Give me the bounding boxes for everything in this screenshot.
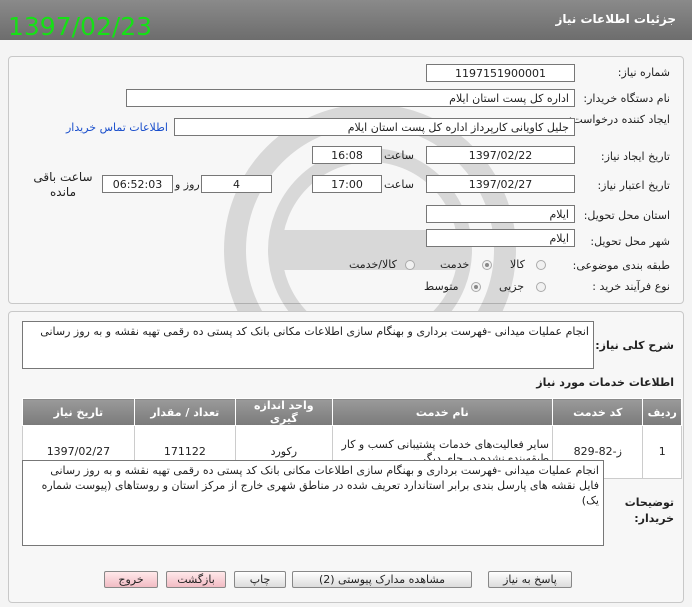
buyer-notes-label: توضیحات خریدار:: [624, 496, 674, 525]
process-radio-minor[interactable]: [536, 282, 546, 292]
need-number-field: 1197151900001: [426, 64, 575, 82]
print-button[interactable]: چاپ: [234, 571, 286, 588]
province-field: ایلام: [426, 205, 575, 223]
city-field: ایلام: [426, 229, 575, 247]
province-label: استان محل تحویل:: [583, 209, 670, 222]
validity-time-label: ساعت: [384, 178, 414, 191]
need-number-label: شماره نیاز:: [617, 66, 670, 79]
remaining-days-field: 4: [201, 175, 272, 193]
validity-date-field: 1397/02/27: [426, 175, 575, 193]
col-service-code: کد خدمت: [552, 398, 644, 426]
col-need-date: تاریخ نیاز: [22, 398, 135, 426]
buyer-contact-link[interactable]: اطلاعات تماس خریدار: [66, 121, 168, 134]
category-label: طبقه بندی موضوعی:: [572, 259, 670, 272]
services-header-row: ردیف کد خدمت نام خدمت واحد اندازه گیری ت…: [22, 398, 682, 426]
creator-label: ایجاد کننده درخواست:: [568, 113, 670, 126]
cell-row: 1: [642, 425, 682, 479]
services-title: اطلاعات خدمات مورد نیاز: [536, 376, 674, 389]
created-date-field: 1397/02/22: [426, 146, 575, 164]
category-option-goods: کالا: [510, 258, 525, 271]
reply-button[interactable]: پاسخ به نیاز: [488, 571, 572, 588]
summary-text: انجام عملیات میدانی -فهرست برداری و بهنگ…: [22, 321, 594, 369]
creator-field: جلیل کاویانی کارپرداز اداره کل پست استان…: [174, 118, 575, 136]
back-button[interactable]: بازگشت: [166, 571, 226, 588]
category-radio-goods-service[interactable]: [405, 260, 415, 270]
category-radio-service[interactable]: [482, 260, 492, 270]
remaining-time-label: ساعت باقی مانده: [33, 170, 93, 199]
col-unit: واحد اندازه گیری: [234, 398, 333, 426]
buyer-notes-text: انجام عملیات میدانی -فهرست برداری و بهنگ…: [22, 460, 604, 546]
city-label: شهر محل تحویل:: [590, 235, 670, 248]
col-quantity: تعداد / مقدار: [133, 398, 236, 426]
validity-time-field: 17:00: [312, 175, 382, 193]
date-overlay: 1397/02/23: [8, 12, 153, 41]
view-documents-button[interactable]: مشاهده مدارک پیوستی (2): [292, 571, 472, 588]
summary-label: شرح کلی نیاز:: [595, 339, 674, 352]
exit-button[interactable]: خروج: [104, 571, 158, 588]
page-title: جزئیات اطلاعات نیاز: [555, 12, 676, 26]
remaining-time-field: 06:52:03: [102, 175, 173, 193]
created-date-label: تاریخ ایجاد نیاز:: [600, 150, 670, 163]
process-radio-medium[interactable]: [471, 282, 481, 292]
category-option-goods-service: کالا/خدمت: [349, 258, 397, 271]
category-radio-goods[interactable]: [536, 260, 546, 270]
col-row: ردیف: [642, 398, 682, 426]
process-option-minor: جزیی: [499, 280, 525, 293]
buyer-org-field: اداره کل پست استان ایلام: [126, 89, 575, 107]
buyer-org-label: نام دستگاه خریدار:: [583, 92, 670, 105]
remaining-days-label: روز و: [175, 178, 200, 191]
validity-date-label: تاریخ اعتبار نیاز:: [597, 179, 670, 192]
process-option-medium: متوسط: [424, 280, 459, 293]
col-service-name: نام خدمت: [331, 398, 554, 426]
created-time-label: ساعت: [384, 149, 414, 162]
process-label: نوع فرآیند خرید :: [592, 280, 670, 293]
created-time-field: 16:08: [312, 146, 382, 164]
category-option-service: خدمت: [440, 258, 470, 271]
